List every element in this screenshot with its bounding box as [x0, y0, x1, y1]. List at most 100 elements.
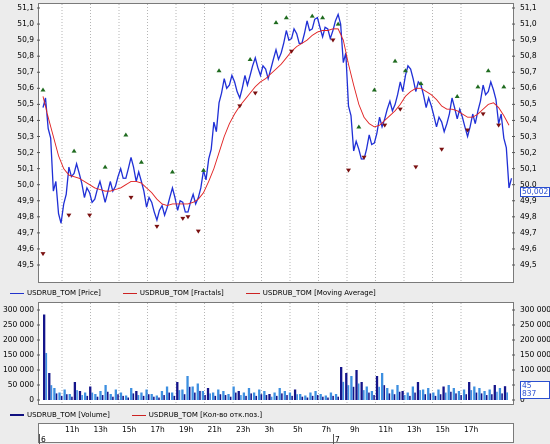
volume-bar [470, 390, 473, 400]
volume-bar [281, 393, 283, 400]
volume-bar [232, 386, 235, 400]
fractal-up-marker [320, 15, 326, 20]
volume-bar [483, 391, 486, 400]
volume-bar [130, 388, 133, 400]
volume-bar [460, 395, 462, 400]
volume-bar [163, 395, 165, 400]
volume-bar [252, 392, 256, 400]
fractal-up-marker [247, 57, 253, 62]
fractal-up-marker [138, 159, 144, 164]
volume-bar [386, 388, 389, 400]
volume-bar [71, 396, 73, 400]
volume-bar [334, 394, 338, 400]
volume-bar [503, 386, 507, 400]
volume-bar [214, 395, 217, 400]
volume-bar [53, 388, 56, 400]
volume-bar [434, 395, 437, 400]
fractal-up-marker [123, 132, 129, 137]
volume-bar [96, 396, 99, 400]
volume-bar [391, 389, 394, 400]
volume-bar [199, 390, 201, 400]
volume-bar [181, 389, 184, 400]
volume-bar [465, 394, 468, 400]
volume-bar [421, 389, 425, 400]
volume-bar [201, 391, 205, 400]
volume-bar [337, 396, 339, 400]
volume-bar [206, 388, 210, 400]
volume-bar [209, 393, 211, 400]
volume-bar [319, 394, 322, 400]
volume-bar [137, 395, 140, 400]
volume-bar [114, 389, 117, 400]
volume-bar [155, 395, 158, 400]
fractal-down-marker [87, 213, 93, 218]
volume-bar [229, 396, 232, 400]
volume-bar [278, 388, 281, 400]
volume-bar [357, 383, 360, 400]
volume-bar [332, 395, 334, 400]
volume-bar [178, 390, 181, 400]
volume-bar [183, 394, 186, 400]
volume-bar [117, 394, 119, 400]
volume-bar [194, 392, 196, 400]
volume-bar [375, 376, 379, 400]
volume-bar [217, 389, 220, 400]
volume-bar [473, 386, 476, 400]
volume-bar [478, 388, 481, 400]
price-series-line [42, 12, 513, 224]
fractal-down-marker [40, 252, 46, 257]
volume-bar [160, 391, 164, 400]
volume-bar [393, 394, 396, 400]
volume-bar [135, 391, 138, 400]
volume-bar [506, 392, 508, 400]
volume-bar [468, 382, 471, 400]
volume-bar [147, 394, 150, 400]
volume-bar [396, 385, 399, 400]
volume-bar [299, 394, 302, 400]
volume-bar [48, 373, 51, 400]
volume-bar [365, 386, 368, 400]
volume-bar [153, 396, 155, 400]
fractal-down-marker [66, 213, 72, 218]
fractal-down-marker [252, 91, 258, 96]
volume-bar [150, 394, 153, 400]
chart-canvas[interactable] [0, 0, 550, 443]
volume-bar [86, 395, 89, 400]
fractal-up-marker [169, 169, 175, 174]
volume-bar [439, 394, 442, 400]
volume-bar [83, 392, 87, 400]
fractal-up-marker [40, 87, 46, 92]
volume-bar [43, 314, 46, 400]
volume-bar [406, 392, 409, 400]
volume-bar [168, 392, 170, 400]
volume-bar [78, 391, 82, 400]
volume-bar [283, 391, 286, 400]
volume-bar [270, 396, 273, 400]
volume-bar [491, 394, 493, 400]
fractal-up-marker [475, 84, 481, 89]
volume-bar [401, 391, 404, 400]
volume-bar [171, 392, 174, 400]
fractal-up-marker [216, 68, 222, 73]
volume-bar [89, 386, 92, 400]
fractal-down-marker [195, 229, 201, 234]
volume-bar [127, 397, 130, 400]
volume-bar [112, 396, 114, 400]
volume-bar [76, 390, 78, 400]
volume-bar [314, 391, 317, 400]
fractal-down-marker [496, 123, 502, 128]
volume-bar [360, 382, 363, 400]
volume-bar [293, 389, 297, 400]
volume-bar [342, 381, 345, 400]
volume-bar [416, 382, 420, 400]
volume-bar [462, 389, 466, 400]
volume-bar [204, 395, 206, 400]
volume-bar [493, 385, 496, 400]
volume-bar [55, 393, 58, 400]
volume-bar [132, 393, 135, 400]
volume-bar [501, 393, 503, 400]
fractal-down-marker [128, 195, 134, 200]
volume-bar [363, 390, 365, 400]
volume-bar [304, 395, 307, 400]
volume-bar [480, 393, 483, 400]
